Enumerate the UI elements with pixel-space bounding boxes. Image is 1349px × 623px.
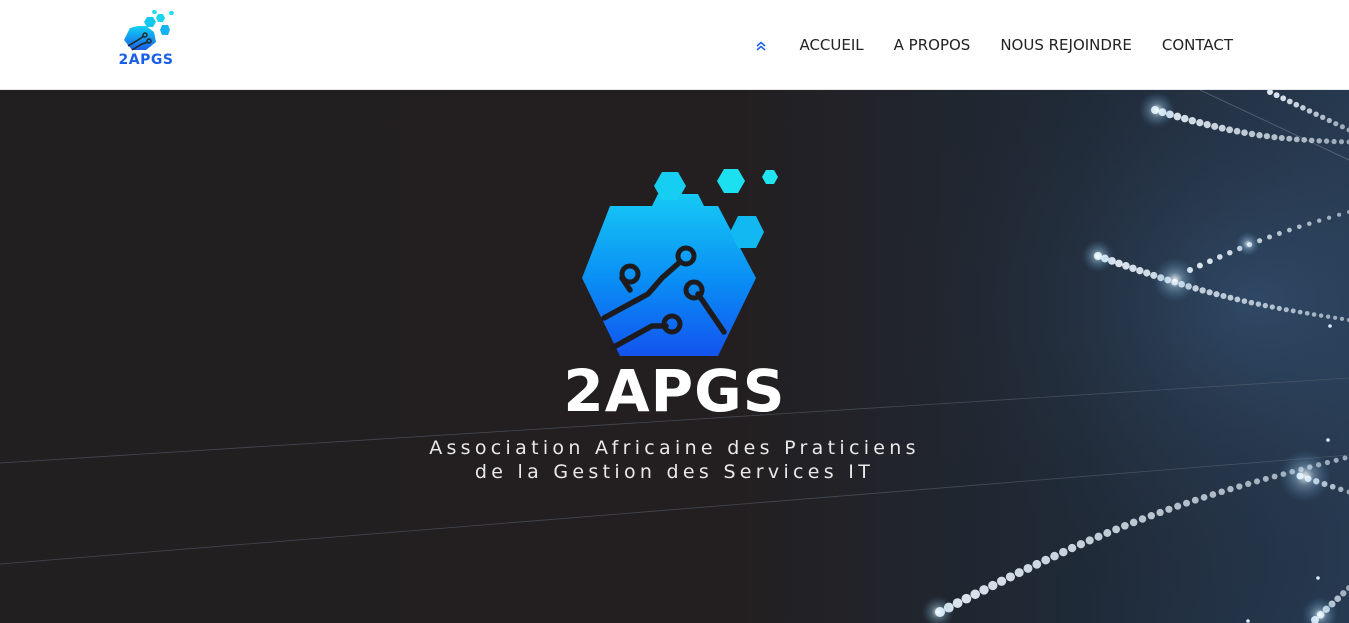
main-nav: ACCUEIL A PROPOS NOUS REJOINDRE CONTACT — [754, 0, 1233, 90]
hero-banner: 2APGS Association Africaine des Praticie… — [0, 90, 1349, 623]
nav-link-a-propos[interactable]: A PROPOS — [894, 36, 971, 54]
nav-link-accueil[interactable]: ACCUEIL — [799, 36, 863, 54]
double-chevron-up-icon[interactable] — [754, 38, 768, 52]
hexagon-circuit-logo-icon — [124, 10, 174, 51]
hero-tagline-line-2: de la Gestion des Services IT — [474, 461, 875, 483]
nav-link-contact[interactable]: CONTACT — [1162, 36, 1233, 54]
hero-tagline-line-1: Association Africaine des Praticiens — [429, 437, 920, 459]
hexagon-circuit-logo-icon — [582, 169, 778, 356]
site-logo[interactable]: 2APGS — [114, 8, 178, 72]
nav-link-nous-rejoindre[interactable]: NOUS REJOINDRE — [1000, 36, 1132, 54]
hero-acronym: 2APGS — [563, 357, 786, 425]
logo-text: 2APGS — [118, 52, 174, 68]
site-header: 2APGS ACCUEIL A PROPOS NOUS REJOINDRE CO… — [0, 0, 1349, 90]
